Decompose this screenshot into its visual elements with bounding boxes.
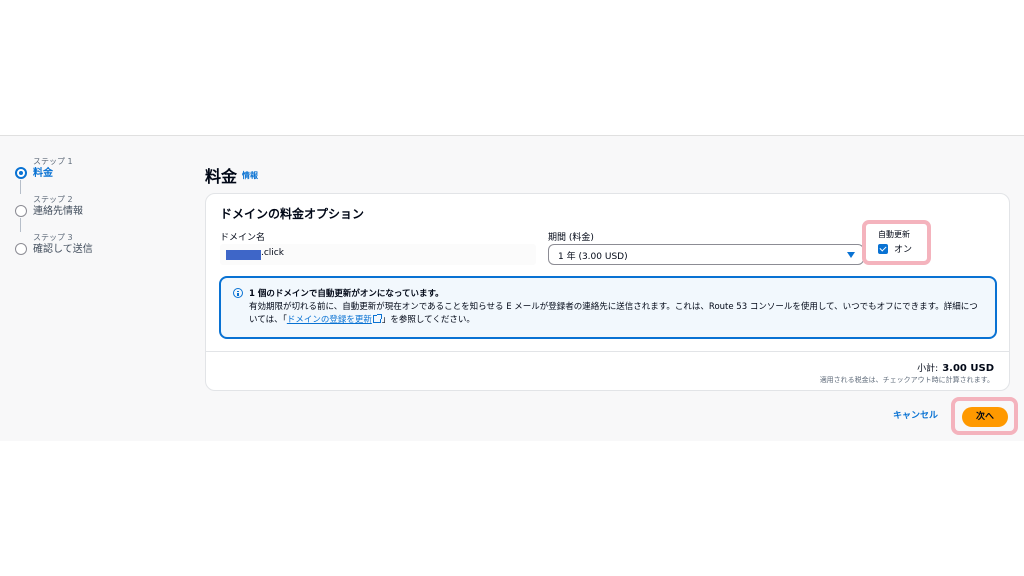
step-caption: ステップ 1	[33, 157, 73, 166]
subtotal-label: 小計:	[917, 364, 939, 374]
divider	[206, 351, 1009, 352]
duration-select[interactable]: 1 年 (3.00 USD)	[548, 244, 864, 265]
domain-suffix: .click	[261, 248, 284, 258]
step-navigation: ステップ 1 料金 ステップ 2 連絡先情報 ステップ 3 確認して送信	[15, 156, 185, 270]
auto-renew-value: オン	[894, 245, 913, 255]
alert-text-end: 」を参照してください。	[381, 315, 475, 325]
step-2: ステップ 2 連絡先情報	[15, 194, 185, 232]
next-button-highlight: 次へ	[951, 397, 1018, 435]
step-inactive-icon	[15, 243, 27, 255]
domain-name-label: ドメイン名	[220, 233, 266, 243]
page-title: 料金	[205, 167, 238, 186]
auto-renew-checkbox[interactable]	[878, 244, 888, 254]
external-link-icon	[372, 314, 382, 323]
alert-title: 1 個のドメインで自動更新がオンになっています。	[249, 289, 444, 299]
caret-down-icon	[847, 252, 855, 258]
step-1[interactable]: ステップ 1 料金	[15, 156, 185, 194]
subtotal: 小計: 3.00 USD	[917, 361, 994, 374]
info-icon	[233, 288, 243, 298]
subtotal-value: 3.00 USD	[942, 363, 994, 374]
step-label: 連絡先情報	[33, 206, 83, 217]
auto-renew-info-alert: 1 個のドメインで自動更新がオンになっています。 有効期限が切れる前に、自動更新…	[219, 276, 997, 339]
tax-note: 適用される税金は、チェックアウト時に計算されます。	[819, 376, 994, 384]
info-link[interactable]: 情報	[242, 170, 258, 181]
next-button[interactable]: 次へ	[962, 407, 1008, 427]
step-label: 確認して送信	[33, 244, 93, 255]
auto-renew-highlight: 自動更新 オン	[862, 220, 931, 265]
cancel-button[interactable]: キャンセル	[893, 408, 938, 421]
step-label: 料金	[33, 168, 53, 179]
card-title: ドメインの料金オプション	[220, 207, 365, 221]
step-active-icon	[15, 167, 27, 179]
step-inactive-icon	[15, 205, 27, 217]
step-connector	[20, 218, 21, 232]
step-connector	[20, 180, 21, 194]
app-content: ステップ 1 料金 ステップ 2 連絡先情報 ステップ 3 確認して送信 料金 …	[0, 135, 1024, 441]
duration-value: 1 年 (3.00 USD)	[558, 252, 628, 262]
step-3: ステップ 3 確認して送信	[15, 232, 185, 270]
alert-body: 有効期限が切れる前に、自動更新が現在オンであることを知らせる E メールが登録者…	[249, 301, 984, 327]
redacted-domain	[226, 250, 261, 260]
step-caption: ステップ 2	[33, 195, 73, 204]
step-caption: ステップ 3	[33, 233, 73, 242]
auto-renew-label: 自動更新	[878, 230, 910, 239]
duration-label: 期間 (料金)	[548, 233, 594, 243]
pricing-options-card: ドメインの料金オプション ドメイン名 .click 期間 (料金) 1 年 (3…	[205, 193, 1010, 391]
renew-domain-link[interactable]: ドメインの登録を更新	[287, 315, 372, 325]
domain-name-field: .click	[220, 244, 536, 265]
